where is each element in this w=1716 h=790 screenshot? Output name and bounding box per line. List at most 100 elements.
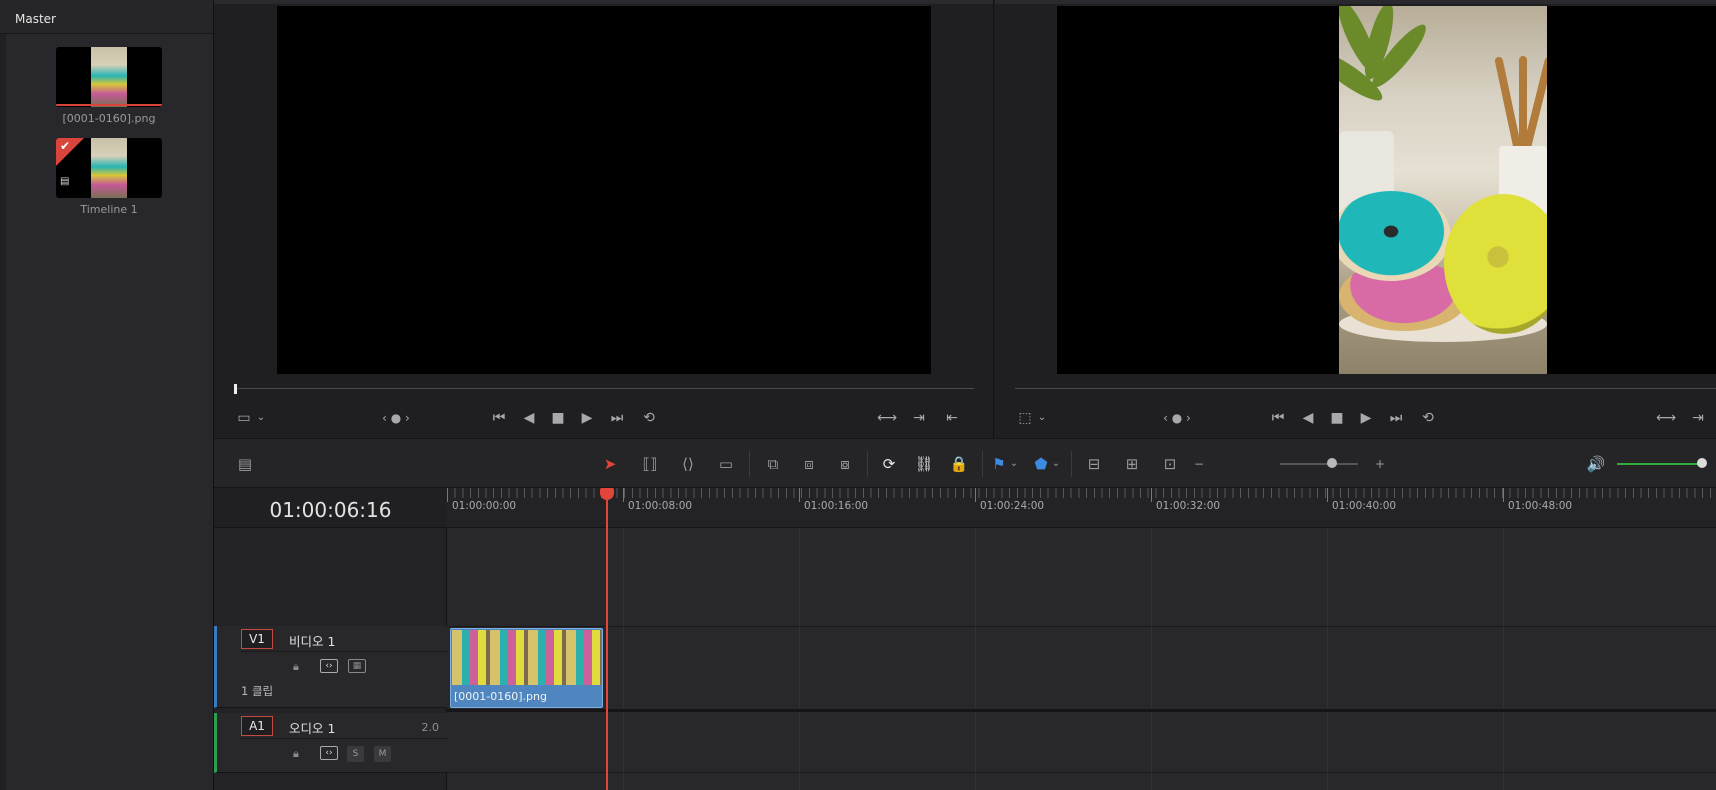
crop-icon[interactable]: ⬚ — [1015, 408, 1035, 428]
timeline-ruler[interactable]: 01:00:00:00 01:00:08:00 01:00:16:00 01:0… — [447, 488, 1716, 528]
toolbar-separator — [749, 451, 750, 477]
viewer-header — [214, 0, 993, 4]
timeline-tracks[interactable]: [0001-0160].png — [447, 528, 1716, 790]
nav-dots[interactable]: ‹ ● › — [374, 408, 418, 428]
zoom-slider-knob[interactable] — [1327, 458, 1337, 468]
ruler-major-tick — [975, 488, 976, 502]
ruler-label: 01:00:40:00 — [1332, 500, 1397, 512]
thumbnail-image — [91, 138, 127, 198]
prev-frame-icon[interactable]: ⇤ — [944, 408, 960, 428]
full-zoom-icon[interactable]: ⊟ — [1080, 452, 1108, 476]
timeline-viewer-screen[interactable] — [1057, 6, 1716, 374]
ruler-major-tick — [623, 488, 624, 502]
timeline-scrub-bar[interactable] — [1015, 388, 1716, 389]
track-id-v1[interactable]: V1 — [241, 629, 273, 649]
overwrite-clip-icon[interactable]: ⧈ — [795, 452, 823, 476]
jump-end-icon[interactable]: ⏭ — [1384, 408, 1408, 428]
media-pool: Master [0001-0160].png ✔ ▤ Timeline 1 — [0, 0, 214, 790]
timeline-view-options-icon[interactable]: ▤ — [232, 452, 258, 476]
source-scrub-head[interactable] — [234, 384, 237, 394]
current-timecode[interactable]: 01:00:06:16 — [214, 498, 447, 522]
marker-icon[interactable]: ⬟ — [1032, 452, 1050, 476]
audio-track-header[interactable]: A1 오디오 1 2.0 🔒︎ ‹› S M — [214, 713, 447, 773]
loop-icon[interactable]: ⟲ — [1416, 408, 1440, 428]
custom-zoom-icon[interactable]: ⊡ — [1156, 452, 1184, 476]
auto-select-icon[interactable]: ‹› — [320, 659, 338, 673]
flag-chevron-down-icon[interactable]: ⌄ — [1008, 452, 1020, 476]
stop-icon[interactable]: ■ — [1327, 408, 1347, 428]
zoom-slider-track[interactable] — [1280, 463, 1358, 465]
zoom-out-button[interactable]: − — [1191, 452, 1207, 476]
track-divider — [241, 651, 447, 652]
lock-icon[interactable]: 🔒︎ — [293, 747, 299, 761]
timeline-clip[interactable]: [0001-0160].png — [450, 628, 603, 708]
dynamic-trim-icon[interactable]: ⟨⟩ — [674, 452, 702, 476]
chevron-down-icon[interactable]: ⌄ — [1035, 408, 1049, 428]
replace-clip-icon[interactable]: ⧇ — [831, 452, 859, 476]
timeline-label: Timeline 1 — [80, 203, 138, 216]
toolbar-separator — [867, 451, 868, 477]
clip-label: [0001-0160].png — [62, 112, 156, 125]
media-pool-item-clip[interactable]: [0001-0160].png — [56, 47, 162, 125]
ruler-label: 01:00:24:00 — [980, 500, 1045, 512]
play-icon[interactable]: ▶ — [1356, 408, 1376, 428]
thumbnail-image — [91, 47, 127, 107]
snapping-icon[interactable]: ⟳ — [877, 452, 901, 476]
auto-select-icon[interactable]: ‹› — [320, 746, 338, 760]
blade-tool-icon[interactable]: ▭ — [712, 452, 740, 476]
jump-start-icon[interactable]: ⏮ — [487, 408, 511, 428]
play-reverse-icon[interactable]: ◀ — [519, 408, 539, 428]
chevron-down-icon[interactable]: ⌄ — [254, 408, 268, 428]
source-viewer: ▭ ⌄ ‹ ● › ⏮ ◀ ■ ▶ ⏭ ⟲ ⟷ ⇥ ⇤ — [214, 0, 994, 438]
next-frame-icon[interactable]: ⇥ — [1690, 408, 1706, 428]
volume-slider-knob[interactable] — [1697, 458, 1707, 468]
jump-end-icon[interactable]: ⏭ — [605, 408, 629, 428]
clip-count: 1 클립 — [241, 684, 274, 698]
clip-label: [0001-0160].png — [454, 690, 547, 703]
zoom-in-button[interactable]: + — [1372, 452, 1388, 476]
clip-view-icon[interactable]: ▭ — [234, 408, 254, 428]
ruler-label: 01:00:00:00 — [452, 500, 517, 512]
nav-dots[interactable]: ‹ ● › — [1155, 408, 1199, 428]
loop-icon[interactable]: ⟲ — [637, 408, 661, 428]
volume-slider-track[interactable] — [1617, 463, 1701, 465]
stop-icon[interactable]: ■ — [548, 408, 568, 428]
source-scrub-bar[interactable] — [234, 388, 974, 389]
play-reverse-icon[interactable]: ◀ — [1298, 408, 1318, 428]
match-frame-icon[interactable]: ⟷ — [1656, 408, 1676, 428]
playhead-line[interactable] — [606, 490, 608, 790]
mute-button[interactable]: M — [374, 746, 391, 762]
track-id-a1[interactable]: A1 — [241, 716, 273, 736]
media-pool-gutter — [0, 34, 6, 790]
link-icon[interactable]: ⛓ — [912, 452, 936, 476]
lock-icon[interactable]: 🔒︎ — [293, 660, 299, 674]
next-frame-icon[interactable]: ⇥ — [911, 408, 927, 428]
source-viewer-screen[interactable] — [277, 6, 931, 374]
play-icon[interactable]: ▶ — [577, 408, 597, 428]
timeline-toolbar: ▤ ➤ ⟦⟧ ⟨⟩ ▭ ⧉ ⧈ ⧇ ⟳ ⛓ 🔒 ⚑ ⌄ ⬟ ⌄ ⊟ ⊞ ⊡ − … — [214, 438, 1716, 488]
jump-start-icon[interactable]: ⏮ — [1266, 408, 1290, 428]
grid-line — [623, 528, 624, 790]
media-pool-item-timeline[interactable]: ✔ ▤ Timeline 1 — [56, 138, 162, 216]
film-strip-icon[interactable]: ▦ — [348, 659, 366, 673]
timeline-thumbnail[interactable]: ✔ ▤ — [56, 138, 162, 198]
track-name[interactable]: 오디오 1 — [289, 718, 335, 737]
timeline-viewer: ⬚ ⌄ ‹ ● › ⏮ ◀ ■ ▶ ⏭ ⟲ ⟷ ⇥ — [995, 0, 1716, 438]
selection-tool-icon[interactable]: ➤ — [600, 452, 620, 476]
track-name[interactable]: 비디오 1 — [289, 631, 335, 650]
media-pool-title: Master — [0, 0, 213, 34]
solo-button[interactable]: S — [347, 746, 364, 762]
match-frame-icon[interactable]: ⟷ — [877, 408, 897, 428]
trim-tool-icon[interactable]: ⟦⟧ — [636, 452, 664, 476]
flag-icon[interactable]: ⚑ — [990, 452, 1008, 476]
detail-zoom-icon[interactable]: ⊞ — [1118, 452, 1146, 476]
insert-clip-icon[interactable]: ⧉ — [759, 452, 787, 476]
grid-line — [1327, 528, 1328, 790]
viewer-header — [995, 0, 1716, 4]
source-transport-controls: ▭ ⌄ ‹ ● › ⏮ ◀ ■ ▶ ⏭ ⟲ ⟷ ⇥ ⇤ — [214, 408, 993, 428]
marker-chevron-down-icon[interactable]: ⌄ — [1050, 452, 1062, 476]
video-track-header[interactable]: V1 비디오 1 🔒︎ ‹› ▦ 1 클립 — [214, 626, 447, 708]
position-lock-icon[interactable]: 🔒 — [947, 452, 971, 476]
speaker-icon[interactable]: 🔊 — [1584, 452, 1608, 476]
clip-thumbnail[interactable] — [56, 47, 162, 107]
